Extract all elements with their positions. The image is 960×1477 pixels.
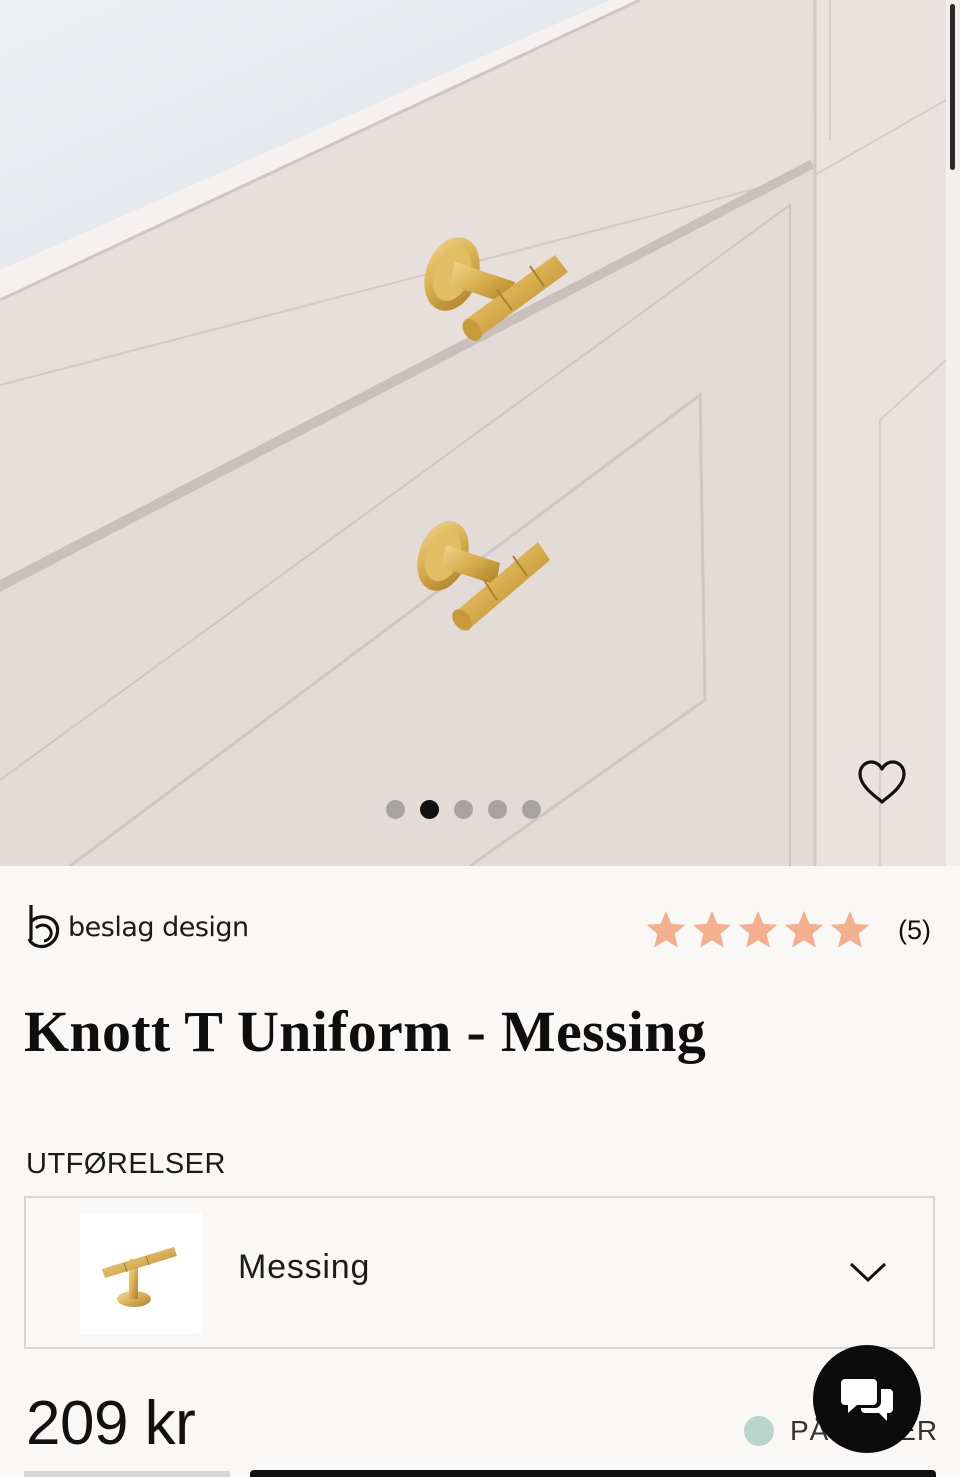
- add-to-cart-button-edge[interactable]: [250, 1470, 936, 1477]
- brass-knob-thumbnail: [102, 1247, 177, 1307]
- rating-stars: [644, 908, 872, 952]
- product-image-gallery[interactable]: [0, 0, 946, 866]
- product-rating[interactable]: (5): [644, 908, 931, 952]
- variant-selected-value: Messing: [238, 1248, 371, 1286]
- star-icon: [692, 910, 732, 948]
- rating-count: (5): [898, 914, 931, 945]
- carousel-dots[interactable]: [386, 800, 541, 819]
- carousel-dot[interactable]: [454, 800, 473, 819]
- brand-logo[interactable]: beslag design: [26, 902, 249, 952]
- variant-thumbnail: [80, 1213, 202, 1334]
- product-price: 209 kr: [26, 1389, 196, 1458]
- heart-outline-icon: [858, 760, 906, 804]
- product-photo: [0, 0, 946, 866]
- variants-label: UTFØRELSER: [26, 1148, 226, 1180]
- carousel-dot-active[interactable]: [420, 800, 439, 819]
- stock-indicator-dot: [744, 1416, 774, 1446]
- quantity-selector-edge[interactable]: [24, 1471, 230, 1477]
- variant-select[interactable]: Messing: [24, 1196, 935, 1349]
- chat-button[interactable]: [813, 1345, 921, 1453]
- carousel-dot[interactable]: [522, 800, 541, 819]
- page-scrollbar[interactable]: [946, 0, 960, 866]
- b-logo-icon: [27, 905, 60, 949]
- star-icon: [738, 910, 778, 948]
- star-icon: [784, 910, 824, 948]
- carousel-dot[interactable]: [488, 800, 507, 819]
- favorite-button[interactable]: [856, 758, 908, 806]
- carousel-dot[interactable]: [386, 800, 405, 819]
- star-icon: [646, 910, 686, 948]
- brand-name: beslag design: [68, 911, 249, 943]
- product-title: Knott T Uniform - Messing: [24, 999, 707, 1064]
- chevron-down-icon: [849, 1262, 887, 1283]
- star-icon: [830, 910, 870, 948]
- scrollbar-thumb[interactable]: [950, 4, 955, 170]
- chat-bubbles-icon: [841, 1379, 893, 1421]
